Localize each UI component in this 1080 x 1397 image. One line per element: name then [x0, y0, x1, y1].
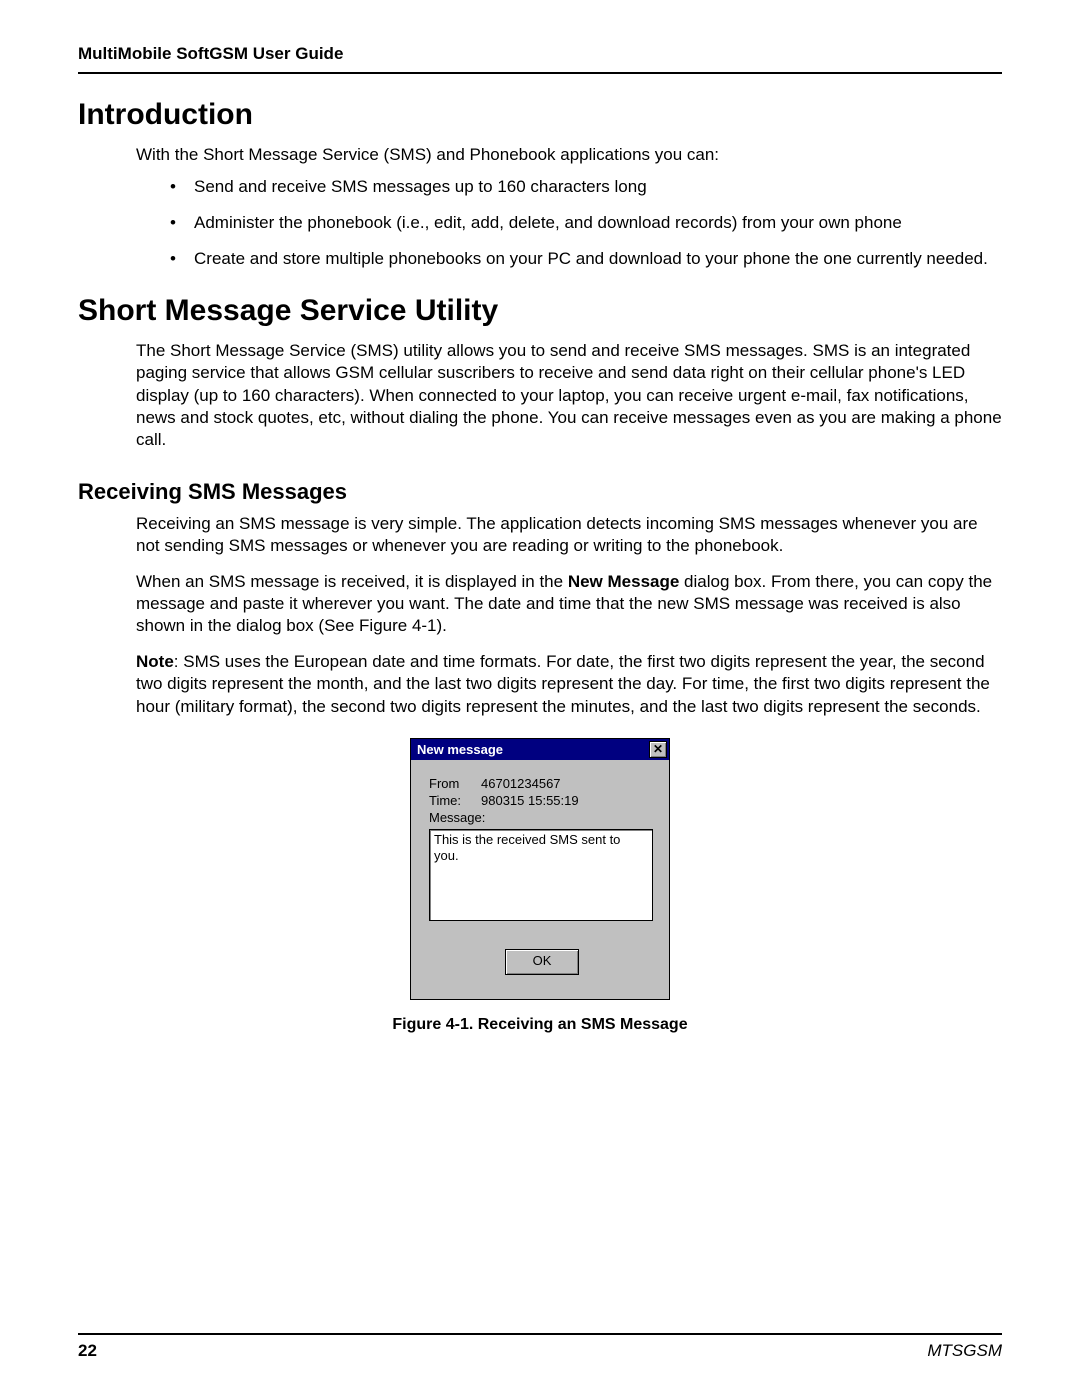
- intro-lead: With the Short Message Service (SMS) and…: [136, 144, 1002, 166]
- receiving-p2: When an SMS message is received, it is d…: [136, 571, 1002, 637]
- intro-bullet: Send and receive SMS messages up to 160 …: [170, 176, 1002, 198]
- message-label: Message:: [429, 810, 655, 825]
- dialog-body: From 46701234567 Time: 980315 15:55:19 M…: [411, 760, 669, 999]
- sms-utility-para: The Short Message Service (SMS) utility …: [136, 340, 1002, 450]
- from-value: 46701234567: [481, 776, 561, 791]
- message-text: This is the received SMS sent to you.: [434, 832, 620, 863]
- running-header: MultiMobile SoftGSM User Guide: [78, 44, 1002, 74]
- close-icon: ✕: [653, 742, 663, 756]
- heading-receiving-sms: Receiving SMS Messages: [78, 479, 1002, 505]
- receiving-p1: Receiving an SMS message is very simple.…: [136, 513, 1002, 557]
- intro-bullet: Administer the phonebook (i.e., edit, ad…: [170, 212, 1002, 234]
- heading-introduction: Introduction: [78, 98, 1002, 132]
- doc-code: MTSGSM: [927, 1341, 1002, 1361]
- page-number: 22: [78, 1341, 97, 1361]
- figure-caption: Figure 4-1. Receiving an SMS Message: [78, 1016, 1002, 1034]
- note-label: Note: [136, 652, 174, 671]
- intro-bullet: Create and store multiple phonebooks on …: [170, 248, 1002, 270]
- close-button[interactable]: ✕: [649, 741, 667, 758]
- intro-bullet-list: Send and receive SMS messages up to 160 …: [170, 176, 1002, 270]
- heading-sms-utility: Short Message Service Utility: [78, 294, 1002, 328]
- dialog-time-row: Time: 980315 15:55:19: [429, 793, 655, 808]
- dialog-from-row: From 46701234567: [429, 776, 655, 791]
- dialog-title-text: New message: [417, 742, 503, 757]
- receiving-body: Receiving an SMS message is very simple.…: [136, 513, 1002, 718]
- time-label: Time:: [429, 793, 481, 808]
- receiving-note: Note: SMS uses the European date and tim…: [136, 651, 1002, 717]
- sms-utility-body: The Short Message Service (SMS) utility …: [136, 340, 1002, 450]
- message-textarea[interactable]: This is the received SMS sent to you.: [429, 829, 653, 921]
- page-footer: 22 MTSGSM: [78, 1333, 1002, 1361]
- time-value: 980315 15:55:19: [481, 793, 579, 808]
- from-label: From: [429, 776, 481, 791]
- receiving-p2-bold: New Message: [568, 572, 680, 591]
- ok-button[interactable]: OK: [505, 949, 579, 975]
- document-page: MultiMobile SoftGSM User Guide Introduct…: [0, 0, 1080, 1397]
- dialog-titlebar: New message ✕: [411, 739, 669, 760]
- note-text: : SMS uses the European date and time fo…: [136, 652, 990, 715]
- intro-body: With the Short Message Service (SMS) and…: [136, 144, 1002, 270]
- receiving-p2-pre: When an SMS message is received, it is d…: [136, 572, 568, 591]
- new-message-dialog: New message ✕ From 46701234567 Time: 980…: [410, 738, 670, 1000]
